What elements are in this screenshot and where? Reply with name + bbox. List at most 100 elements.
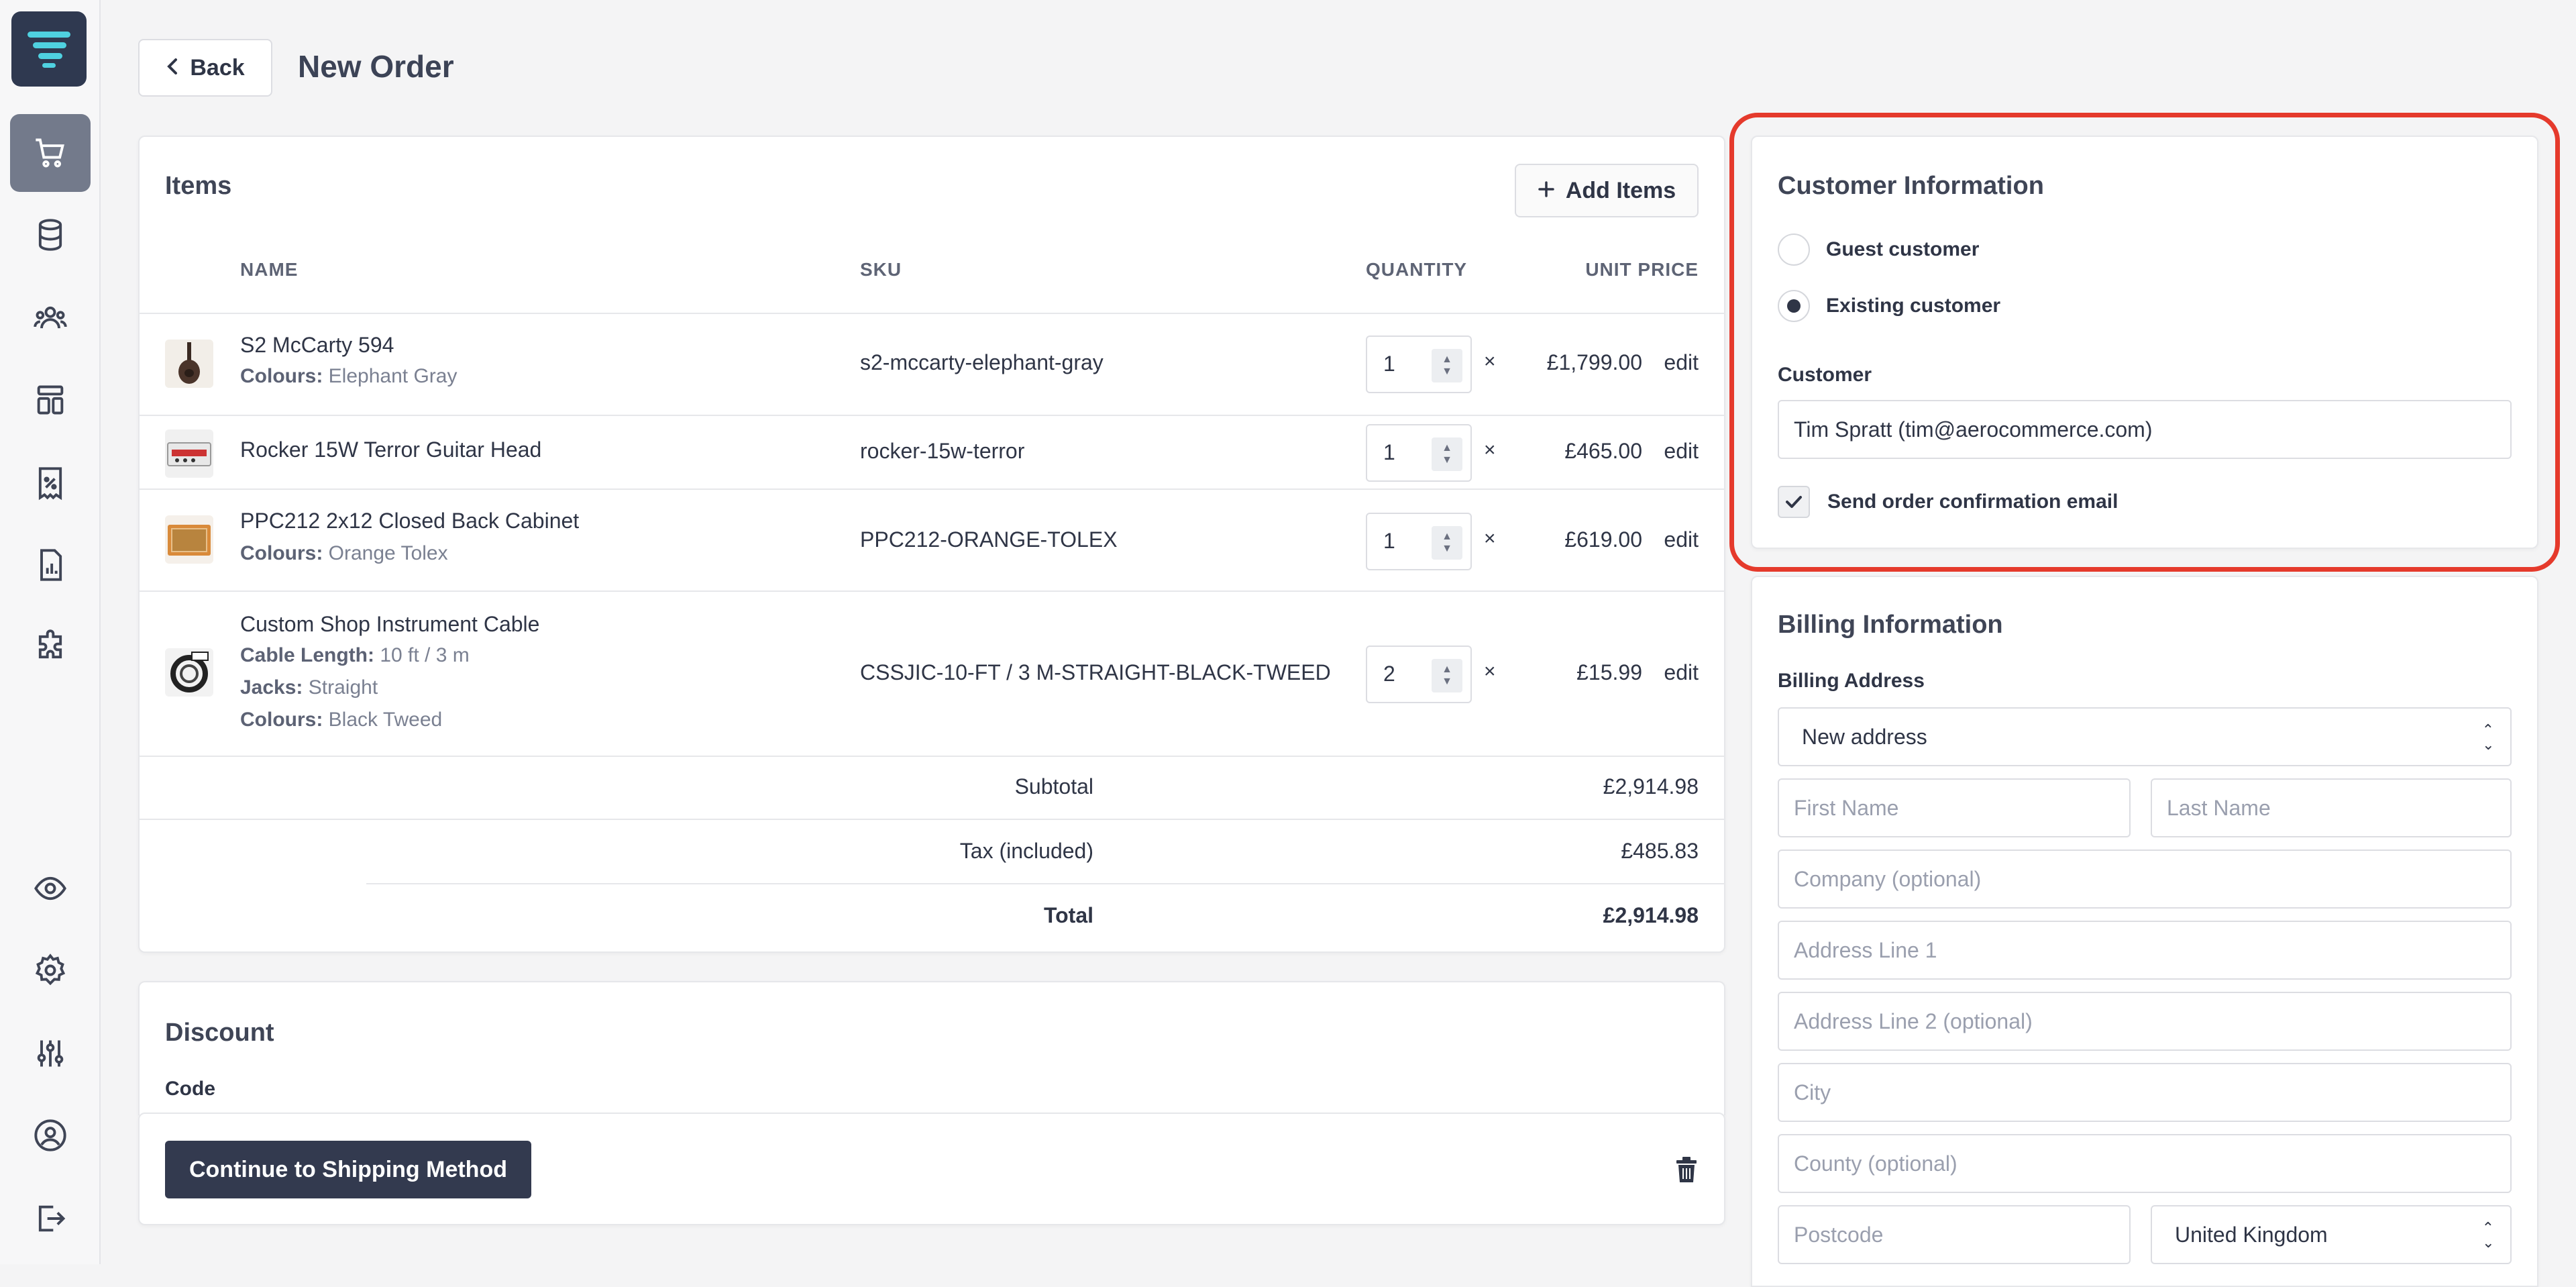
spinner-arrows-icon[interactable]: ▲ ▼ [1432,437,1462,471]
nav-orders[interactable] [10,114,91,192]
page-title: New Order [298,49,454,84]
spinner-arrows-icon[interactable]: ▲ ▼ [1432,526,1462,560]
divider [140,488,1724,490]
product-attribute: Colours: Orange Tolex [240,542,448,564]
nav-account[interactable] [10,1096,91,1174]
column-header-name: NAME [240,259,299,280]
nav-settings[interactable] [10,931,91,1009]
times-sign: × [1484,439,1496,461]
address-line-1-field[interactable]: Address Line 1 [1778,921,2512,980]
back-button[interactable]: Back [138,39,272,97]
items-title: Items [165,172,232,200]
product-attribute: Cable Length: 10 ft / 3 m [240,644,470,666]
send-email-checkbox[interactable] [1778,486,1810,518]
eye-icon [34,876,66,900]
user-circle-icon [34,1119,66,1151]
product-image [165,429,213,478]
tax-value: £485.83 [1621,839,1699,863]
guest-customer-option[interactable]: Guest customer [1778,234,1979,266]
nav-configuration[interactable] [10,1015,91,1092]
add-items-button[interactable]: Add Items [1515,164,1699,217]
country-select[interactable]: United Kingdom ⌃ ⌃ [2151,1205,2512,1264]
customer-field-label: Customer [1778,364,1872,386]
unit-price: £465.00 [1564,439,1642,463]
unit-price: £619.00 [1564,527,1642,552]
edit-link[interactable]: edit [1664,350,1699,375]
billing-address-select[interactable]: New address ⌃ ⌃ [1778,707,2512,766]
nav-catalog[interactable] [10,196,91,274]
existing-radio[interactable] [1778,290,1810,322]
product-image [165,515,213,564]
spinner-arrows-icon[interactable]: ▲ ▼ [1432,349,1462,382]
logout-icon [38,1205,66,1232]
guest-label: Guest customer [1826,238,1980,260]
app-logo[interactable] [11,11,87,87]
product-name: PPC212 2x12 Closed Back Cabinet [240,509,580,533]
product-sku: CSSJIC-10-FT / 3 M-STRAIGHT-BLACK-TWEED [860,660,1331,684]
product-attribute: Jacks: Straight [240,676,378,699]
edit-link[interactable]: edit [1664,439,1699,464]
divider [366,883,1724,884]
edit-link[interactable]: edit [1664,527,1699,552]
customer-information-card: Customer Information Guest customer Exis… [1751,136,2538,549]
cart-icon [36,138,64,168]
county-field[interactable]: County (optional) [1778,1134,2512,1193]
column-header-unit-price: UNIT PRICE [1585,259,1699,280]
plus-icon [1538,178,1555,204]
send-confirmation-option[interactable]: Send order confirmation email [1778,486,2118,518]
nav-logout[interactable] [10,1180,91,1257]
product-sku: rocker-15w-terror [860,439,1025,463]
first-name-field[interactable]: First Name [1778,778,2131,837]
divider [140,415,1724,416]
divider [140,313,1724,314]
nav-modules[interactable] [10,608,91,686]
back-label: Back [190,54,245,81]
edit-link[interactable]: edit [1664,660,1699,685]
logo-icon [28,32,70,68]
column-header-quantity: QUANTITY [1366,259,1468,280]
total-label: Total [1043,903,1093,927]
gear-icon [35,954,66,986]
divider [140,819,1724,820]
unit-price: £15.99 [1576,660,1642,684]
city-field[interactable]: City [1778,1063,2512,1122]
subtotal-label: Subtotal [1014,774,1093,799]
quantity-stepper[interactable]: 1 ▲ ▼ [1366,513,1472,570]
times-sign: × [1484,527,1496,550]
product-name: Rocker 15W Terror Guitar Head [240,437,542,462]
nav-discounts[interactable] [10,444,91,522]
spinner-arrows-icon[interactable]: ▲ ▼ [1432,659,1462,692]
times-sign: × [1484,660,1496,682]
check-icon [1786,496,1802,508]
company-field[interactable]: Company (optional) [1778,850,2512,909]
last-name-field[interactable]: Last Name [2151,778,2512,837]
continue-button[interactable]: Continue to Shipping Method [165,1141,531,1198]
nav-customers[interactable] [10,279,91,357]
product-name: S2 McCarty 594 [240,333,394,357]
layout-icon [37,385,64,415]
discount-title: Discount [165,1019,274,1047]
nav-content[interactable] [10,361,91,439]
quantity-stepper[interactable]: 2 ▲ ▼ [1366,646,1472,703]
quantity-stepper[interactable]: 1 ▲ ▼ [1366,424,1472,482]
unit-price: £1,799.00 [1546,350,1642,374]
billing-title: Billing Information [1778,611,2003,639]
users-icon [34,306,67,329]
divider [140,590,1724,592]
product-sku: PPC212-ORANGE-TOLEX [860,527,1118,552]
customer-input[interactable]: Tim Spratt (tim@aerocommerce.com) [1778,400,2512,459]
nav-reports[interactable] [10,526,91,604]
send-email-label: Send order confirmation email [1827,491,2118,513]
trash-icon[interactable] [1674,1155,1699,1187]
postcode-field[interactable]: Postcode [1778,1205,2131,1264]
existing-customer-option[interactable]: Existing customer [1778,290,2000,322]
select-arrows-icon: ⌃ ⌃ [2481,1219,2494,1251]
discount-code-label: Code [165,1078,215,1100]
quantity-stepper[interactable]: 1 ▲ ▼ [1366,336,1472,393]
items-card: Items Add Items NAME SKU QUANTITY UNIT P… [138,136,1725,953]
address-line-2-field[interactable]: Address Line 2 (optional) [1778,992,2512,1051]
guest-radio[interactable] [1778,234,1810,266]
nav-view-store[interactable] [10,850,91,927]
database-icon [38,219,62,251]
product-name: Custom Shop Instrument Cable [240,612,540,636]
